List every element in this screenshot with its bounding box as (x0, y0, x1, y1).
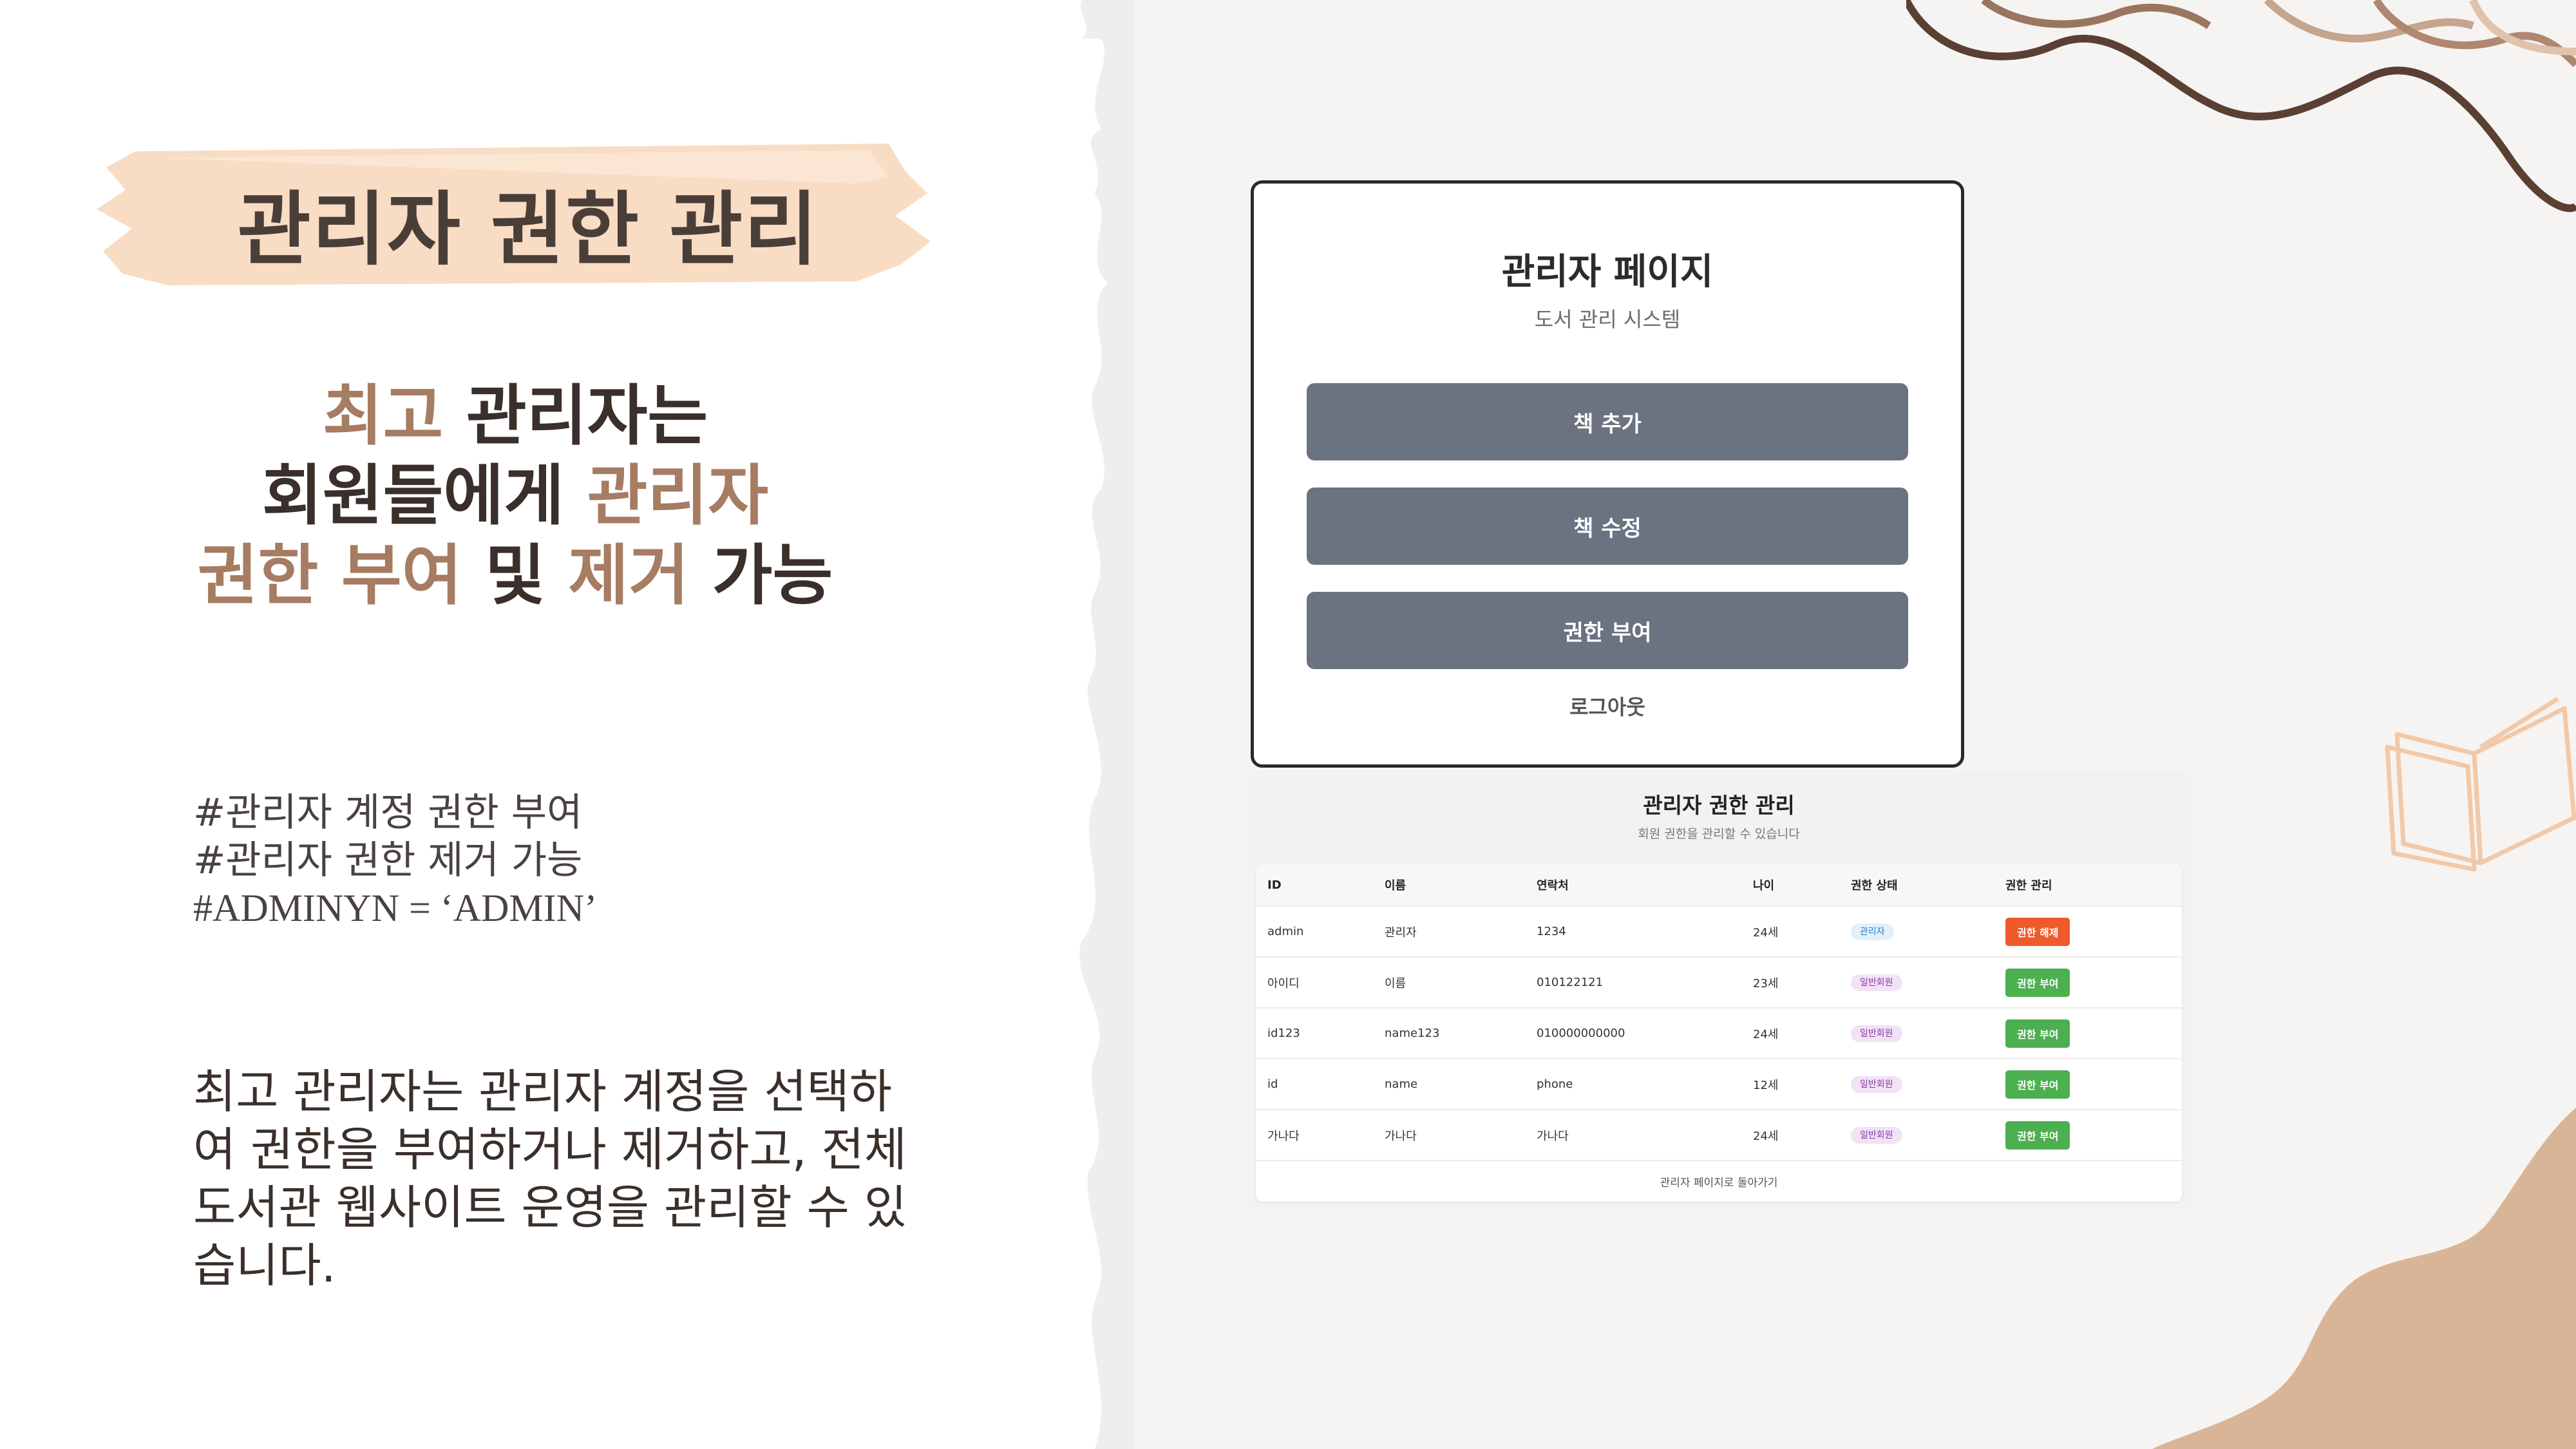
cell-age: 24세 (1753, 925, 1779, 940)
open-book-icon (2385, 697, 2576, 872)
status-badge: 일반회원 (1851, 1126, 1902, 1144)
column-header: 연락처 (1537, 879, 1569, 893)
cell-id: admin (1267, 925, 1304, 938)
grant-permission-row-button[interactable]: 권한 부여 (2005, 1070, 2070, 1099)
add-book-button[interactable]: 책 추가 (1307, 383, 1908, 460)
highlight-line-2: 회원들에게 관리자 (261, 458, 769, 535)
edit-book-button[interactable]: 책 수정 (1307, 488, 1908, 565)
back-to-admin-link[interactable]: 관리자 페이지로 돌아가기 (1256, 1173, 2182, 1189)
column-header: 권한 상태 (1851, 879, 1898, 893)
table-row: 아이디 이름 010122121 23세 일반회원 권한 부여 (1256, 958, 2182, 1009)
decorative-blob (2152, 1108, 2576, 1449)
highlight-line-3: 권한 부여 및 제거 가능 (197, 538, 833, 614)
grant-permission-button[interactable]: 권한 부여 (1307, 592, 1908, 669)
status-badge: 일반회원 (1851, 1025, 1902, 1042)
cell-age: 23세 (1753, 976, 1779, 990)
permission-page-title: 관리자 권한 관리 (1643, 793, 1795, 818)
cell-age: 12세 (1753, 1078, 1779, 1092)
slide-left-panel: 관리자 권한 관리 최고 관리자는 회원들에게 관리자 권한 부여 및 제거 가… (0, 0, 1133, 1449)
cell-phone: 010122121 (1537, 976, 1604, 989)
table-row: id123 name123 010000000000 24세 일반회원 권한 부… (1256, 1009, 2182, 1059)
cell-id: id (1267, 1077, 1278, 1091)
decorative-swirl-lines (1906, 0, 2576, 213)
cell-name: 가나다 (1385, 1129, 1417, 1143)
cell-name: 관리자 (1385, 925, 1417, 940)
description-text: 최고 관리자는 관리자 계정을 선택하여 권한을 부여하거나 제거하고, 전체 … (193, 1065, 907, 1293)
grant-permission-row-button[interactable]: 권한 부여 (2005, 968, 2070, 997)
cell-phone: 1234 (1537, 925, 1566, 938)
status-badge: 일반회원 (1851, 1075, 1902, 1093)
member-table: ID 이름 연락처 나이 권한 상태 권한 관리 admin 관리자 1234 … (1256, 864, 2182, 1202)
table-header-row: ID 이름 연락처 나이 권한 상태 권한 관리 (1256, 864, 2182, 907)
column-header: 나이 (1753, 879, 1775, 893)
hashtag-list: #관리자 계정 권한 부여 #관리자 권한 제거 가능 #ADMINYN = ‘… (193, 789, 597, 932)
revoke-permission-button[interactable]: 권한 해제 (2005, 917, 2070, 946)
grant-permission-row-button[interactable]: 권한 부여 (2005, 1019, 2070, 1048)
status-badge: 관리자 (1851, 923, 1894, 940)
hashtag-item: #ADMINYN = ‘ADMIN’ (193, 887, 598, 929)
permission-management-window: 관리자 권한 관리 회원 권한을 관리할 수 있습니다 ID 이름 연락처 나이… (1248, 772, 2190, 1209)
cell-name: 이름 (1385, 976, 1406, 990)
column-header: 권한 관리 (2005, 879, 2052, 893)
permission-page-subtitle: 회원 권한을 관리할 수 있습니다 (1638, 827, 1800, 841)
cell-id: 가나다 (1267, 1129, 1300, 1143)
admin-page-subtitle: 도서 관리 시스템 (1534, 307, 1681, 332)
cell-name: name (1385, 1077, 1418, 1091)
cell-phone: 010000000000 (1537, 1027, 1625, 1040)
grant-permission-row-button[interactable]: 권한 부여 (2005, 1121, 2070, 1150)
admin-page-title: 관리자 페이지 (1501, 251, 1714, 293)
admin-page-window: 관리자 페이지 도서 관리 시스템 책 추가 책 수정 권한 부여 로그아웃 (1251, 180, 1964, 768)
cell-id: id123 (1267, 1027, 1300, 1040)
highlight-line-1: 최고 관리자는 (322, 378, 708, 455)
hashtag-item: #관리자 계정 권한 부여 (193, 790, 583, 835)
table-row: 가나다 가나다 가나다 24세 일반회원 권한 부여 (1256, 1110, 2182, 1161)
table-row: admin 관리자 1234 24세 관리자 권한 해제 (1256, 907, 2182, 958)
table-row: id name phone 12세 일반회원 권한 부여 (1256, 1059, 2182, 1110)
logout-link[interactable]: 로그아웃 (1254, 691, 1961, 721)
cell-name: name123 (1385, 1027, 1440, 1040)
column-header: ID (1267, 878, 1282, 892)
cell-id: 아이디 (1267, 976, 1300, 990)
column-header: 이름 (1385, 879, 1406, 893)
status-badge: 일반회원 (1851, 974, 1902, 991)
highlight-statement: 최고 관리자는 회원들에게 관리자 권한 부여 및 제거 가능 (97, 377, 934, 616)
paper-edge-decoration (1079, 0, 1140, 1449)
cell-phone: 가나다 (1537, 1129, 1569, 1143)
hashtag-item: #관리자 권한 제거 가능 (193, 838, 583, 883)
cell-age: 24세 (1753, 1129, 1779, 1143)
cell-phone: phone (1537, 1077, 1573, 1091)
cell-age: 24세 (1753, 1027, 1779, 1041)
slide-title: 관리자 권한 관리 (237, 184, 819, 276)
